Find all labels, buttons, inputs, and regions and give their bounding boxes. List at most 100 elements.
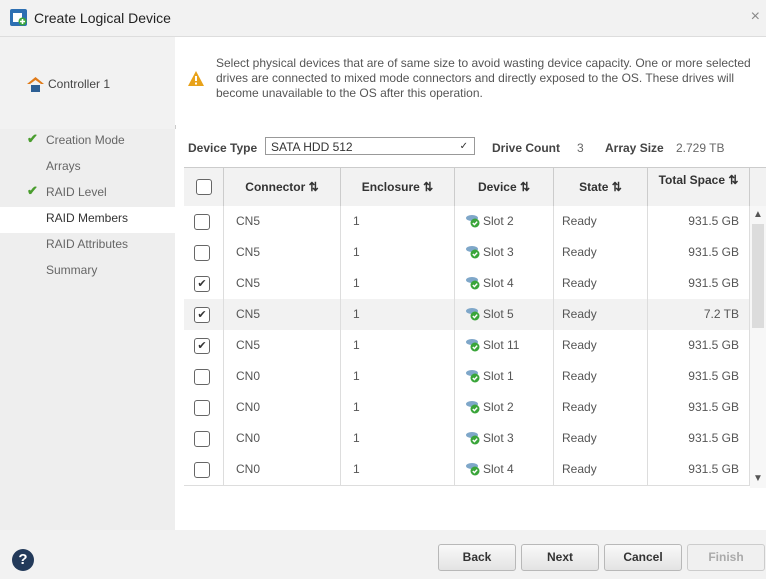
info-message: Select physical devices that are of same… — [216, 56, 751, 100]
sidebar-step[interactable]: Arrays — [0, 155, 175, 181]
cell-device: Slot 11 — [455, 330, 554, 361]
row-checkbox[interactable] — [194, 214, 210, 230]
table-row[interactable]: CN0 1 Slot 2 Ready 931.5 GB — [184, 392, 750, 424]
scroll-thumb[interactable] — [752, 224, 764, 328]
table-row[interactable]: ✔ CN5 1 Slot 5 Ready 7.2 TB — [184, 299, 750, 331]
col-enclosure[interactable]: Enclosure ⇅ — [341, 168, 455, 206]
col-total-space[interactable]: Total Space ⇅ — [648, 168, 750, 206]
row-select-cell — [184, 392, 224, 423]
device-options-row: Device Type SATA HDD 512 ✓ Drive Count 3… — [188, 137, 758, 161]
sidebar-step[interactable]: ✔ Creation Mode — [0, 129, 175, 155]
cell-space: 931.5 GB — [648, 206, 750, 237]
cell-text: Slot 2 — [483, 214, 514, 228]
cell-connector: CN0 — [224, 392, 341, 423]
cancel-button[interactable]: Cancel — [604, 544, 682, 571]
scroll-down-icon[interactable]: ▼ — [753, 473, 763, 484]
sidebar-step-label: RAID Level — [46, 185, 107, 199]
col-connector[interactable]: Connector ⇅ — [224, 168, 341, 206]
cell-connector: CN5 — [224, 268, 341, 299]
row-checkbox[interactable]: ✔ — [194, 338, 210, 354]
row-checkbox[interactable] — [194, 400, 210, 416]
cell-text: 931.5 GB — [688, 369, 739, 383]
row-checkbox[interactable]: ✔ — [194, 276, 210, 292]
row-checkbox[interactable] — [194, 462, 210, 478]
cell-state: Ready — [554, 361, 648, 392]
cell-space: 931.5 GB — [648, 268, 750, 299]
scroll-up-icon[interactable]: ▲ — [753, 209, 763, 220]
cell-enclosure: 1 — [341, 237, 455, 268]
row-checkbox[interactable] — [194, 369, 210, 385]
row-checkbox[interactable]: ✔ — [194, 307, 210, 323]
table-row[interactable]: CN5 1 Slot 2 Ready 931.5 GB — [184, 206, 750, 238]
close-icon[interactable]: × — [751, 8, 760, 26]
col-state[interactable]: State ⇅ — [554, 168, 648, 206]
cell-text: CN0 — [236, 431, 261, 445]
cell-text: CN0 — [236, 369, 261, 383]
finish-button[interactable]: Finish — [687, 544, 765, 571]
table-row[interactable]: CN0 1 Slot 1 Ready 931.5 GB — [184, 361, 750, 393]
cell-text: Ready — [562, 276, 597, 290]
title-bar: Create Logical Device × — [0, 0, 766, 37]
drive-ready-icon — [466, 339, 480, 352]
cell-text: 931.5 GB — [688, 245, 739, 259]
cell-text: Ready — [562, 307, 597, 321]
row-select-cell — [184, 237, 224, 268]
drive-ready-icon — [466, 463, 480, 476]
cell-text: 1 — [353, 431, 360, 445]
drive-ready-icon — [466, 401, 480, 414]
cell-text: 931.5 GB — [688, 400, 739, 414]
table-row[interactable]: CN0 1 Slot 4 Ready 931.5 GB — [184, 454, 750, 486]
row-checkbox[interactable] — [194, 431, 210, 447]
drive-ready-icon — [466, 308, 480, 321]
drives-table: Connector ⇅ Enclosure ⇅ Device ⇅ State ⇅… — [184, 167, 766, 488]
sidebar-step[interactable]: RAID Attributes — [0, 233, 175, 259]
row-select-cell — [184, 206, 224, 237]
cell-text: Slot 5 — [483, 307, 514, 321]
sidebar-step[interactable]: Summary — [0, 259, 175, 285]
table-row[interactable]: ✔ CN5 1 Slot 4 Ready 931.5 GB — [184, 268, 750, 300]
col-device[interactable]: Device ⇅ — [455, 168, 554, 206]
back-button[interactable]: Back — [438, 544, 516, 571]
cell-space: 931.5 GB — [648, 423, 750, 454]
table-row[interactable]: ✔ CN5 1 Slot 11 Ready 931.5 GB — [184, 330, 750, 362]
row-checkbox[interactable] — [194, 245, 210, 261]
cell-enclosure: 1 — [341, 392, 455, 423]
cell-device: Slot 2 — [455, 206, 554, 237]
device-type-select[interactable]: SATA HDD 512 ✓ — [265, 137, 475, 155]
sidebar-step[interactable]: RAID Members — [0, 207, 175, 233]
cell-text: 1 — [353, 245, 360, 259]
cell-text: 1 — [353, 307, 360, 321]
cell-text: CN5 — [236, 245, 261, 259]
select-all-checkbox[interactable] — [196, 179, 212, 195]
cell-text: 1 — [353, 338, 360, 352]
next-button[interactable]: Next — [521, 544, 599, 571]
sidebar-step[interactable]: ✔ RAID Level — [0, 181, 175, 207]
cell-enclosure: 1 — [341, 268, 455, 299]
cell-text: 931.5 GB — [688, 276, 739, 290]
cell-text: Slot 3 — [483, 245, 514, 259]
row-select-cell — [184, 361, 224, 392]
controller-label: Controller 1 — [48, 77, 111, 91]
cell-connector: CN5 — [224, 237, 341, 268]
wizard-footer: ? Back Next Cancel Finish — [0, 530, 766, 579]
cell-connector: CN0 — [224, 423, 341, 454]
drive-ready-icon — [466, 277, 480, 290]
cell-text: Slot 4 — [483, 276, 514, 290]
table-row[interactable]: CN5 1 Slot 3 Ready 931.5 GB — [184, 237, 750, 269]
controller-panel: Controller 1 — [0, 37, 176, 129]
help-icon[interactable]: ? — [12, 549, 34, 571]
window-title: Create Logical Device — [34, 10, 171, 26]
cell-state: Ready — [554, 330, 648, 361]
cell-state: Ready — [554, 392, 648, 423]
cell-text: 7.2 TB — [703, 307, 739, 321]
cell-enclosure: 1 — [341, 299, 455, 330]
drive-ready-icon — [466, 432, 480, 445]
cell-text: 1 — [353, 369, 360, 383]
table-scrollbar[interactable]: ▲ ▼ — [750, 206, 766, 488]
cell-text: 931.5 GB — [688, 431, 739, 445]
chevron-down-icon: ✓ — [459, 141, 468, 152]
cell-device: Slot 5 — [455, 299, 554, 330]
row-select-cell: ✔ — [184, 299, 224, 330]
cell-state: Ready — [554, 423, 648, 454]
table-row[interactable]: CN0 1 Slot 3 Ready 931.5 GB — [184, 423, 750, 455]
